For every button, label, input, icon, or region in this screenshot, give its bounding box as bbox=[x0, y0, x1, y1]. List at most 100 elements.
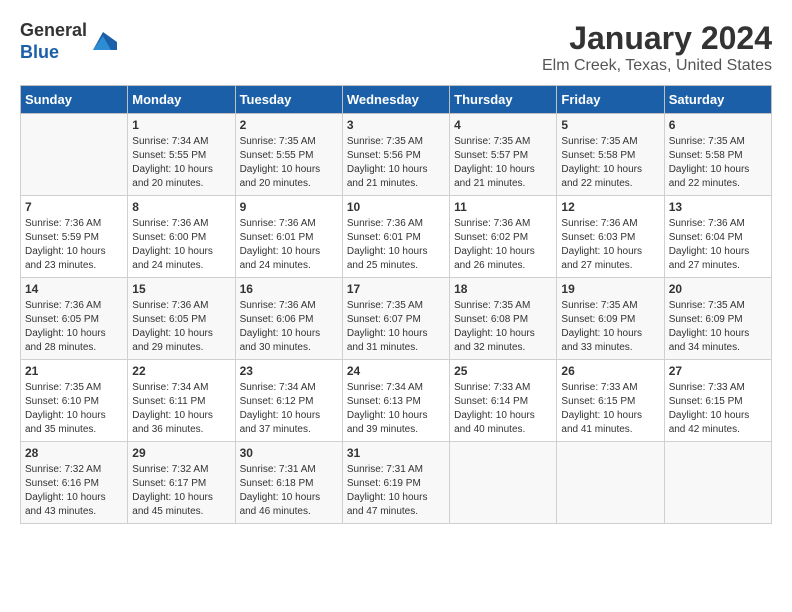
day-number: 31 bbox=[347, 446, 445, 460]
main-title: January 2024 bbox=[542, 20, 772, 57]
day-info: Sunrise: 7:36 AMSunset: 6:00 PMDaylight:… bbox=[132, 217, 230, 273]
title-block: January 2024 Elm Creek, Texas, United St… bbox=[542, 20, 772, 75]
day-number: 2 bbox=[240, 118, 338, 132]
day-info: Sunrise: 7:35 AMSunset: 5:58 PMDaylight:… bbox=[669, 135, 767, 191]
day-info: Sunrise: 7:34 AMSunset: 6:12 PMDaylight:… bbox=[240, 381, 338, 437]
subtitle: Elm Creek, Texas, United States bbox=[542, 57, 772, 75]
day-number: 21 bbox=[25, 364, 123, 378]
calendar-cell: 7 Sunrise: 7:36 AMSunset: 5:59 PMDaylight… bbox=[21, 196, 128, 278]
day-info: Sunrise: 7:35 AMSunset: 5:57 PMDaylight:… bbox=[454, 135, 552, 191]
day-number: 20 bbox=[669, 282, 767, 296]
day-number: 24 bbox=[347, 364, 445, 378]
calendar-cell: 6 Sunrise: 7:35 AMSunset: 5:58 PMDaylight… bbox=[664, 114, 771, 196]
day-info: Sunrise: 7:36 AMSunset: 6:01 PMDaylight:… bbox=[240, 217, 338, 273]
day-info: Sunrise: 7:35 AMSunset: 6:10 PMDaylight:… bbox=[25, 381, 123, 437]
calendar-cell: 30 Sunrise: 7:31 AMSunset: 6:18 PMDayligh… bbox=[235, 442, 342, 524]
day-number: 10 bbox=[347, 200, 445, 214]
week-row-2: 7 Sunrise: 7:36 AMSunset: 5:59 PMDaylight… bbox=[21, 196, 772, 278]
calendar-cell: 21 Sunrise: 7:35 AMSunset: 6:10 PMDayligh… bbox=[21, 360, 128, 442]
day-info: Sunrise: 7:35 AMSunset: 6:09 PMDaylight:… bbox=[669, 299, 767, 355]
day-info: Sunrise: 7:35 AMSunset: 5:56 PMDaylight:… bbox=[347, 135, 445, 191]
calendar-cell: 1 Sunrise: 7:34 AMSunset: 5:55 PMDaylight… bbox=[128, 114, 235, 196]
day-info: Sunrise: 7:33 AMSunset: 6:15 PMDaylight:… bbox=[561, 381, 659, 437]
day-number: 9 bbox=[240, 200, 338, 214]
calendar-cell: 18 Sunrise: 7:35 AMSunset: 6:08 PMDayligh… bbox=[450, 278, 557, 360]
header-monday: Monday bbox=[128, 86, 235, 114]
day-info: Sunrise: 7:33 AMSunset: 6:15 PMDaylight:… bbox=[669, 381, 767, 437]
day-info: Sunrise: 7:36 AMSunset: 6:01 PMDaylight:… bbox=[347, 217, 445, 273]
day-number: 1 bbox=[132, 118, 230, 132]
day-info: Sunrise: 7:36 AMSunset: 6:02 PMDaylight:… bbox=[454, 217, 552, 273]
day-number: 17 bbox=[347, 282, 445, 296]
logo-blue-text: Blue bbox=[20, 42, 59, 62]
day-number: 19 bbox=[561, 282, 659, 296]
calendar-cell bbox=[21, 114, 128, 196]
day-number: 7 bbox=[25, 200, 123, 214]
calendar-cell: 16Sunrise: 7:36 AMSunset: 6:06 PMDayligh… bbox=[235, 278, 342, 360]
day-number: 13 bbox=[669, 200, 767, 214]
calendar-cell: 9 Sunrise: 7:36 AMSunset: 6:01 PMDaylight… bbox=[235, 196, 342, 278]
calendar-cell: 4 Sunrise: 7:35 AMSunset: 5:57 PMDaylight… bbox=[450, 114, 557, 196]
calendar-cell: 12 Sunrise: 7:36 AMSunset: 6:03 PMDayligh… bbox=[557, 196, 664, 278]
day-info: Sunrise: 7:32 AMSunset: 6:16 PMDaylight:… bbox=[25, 463, 123, 519]
day-info: Sunrise: 7:31 AMSunset: 6:18 PMDaylight:… bbox=[240, 463, 338, 519]
day-info: Sunrise: 7:32 AMSunset: 6:17 PMDaylight:… bbox=[132, 463, 230, 519]
week-row-5: 28 Sunrise: 7:32 AMSunset: 6:16 PMDayligh… bbox=[21, 442, 772, 524]
day-info: Sunrise: 7:36 AMSunset: 6:05 PMDaylight:… bbox=[132, 299, 230, 355]
day-info: Sunrise: 7:36 AMSunset: 5:59 PMDaylight:… bbox=[25, 217, 123, 273]
calendar-cell: 27 Sunrise: 7:33 AMSunset: 6:15 PMDayligh… bbox=[664, 360, 771, 442]
day-info: Sunrise: 7:34 AMSunset: 5:55 PMDaylight:… bbox=[132, 135, 230, 191]
day-info: Sunrise: 7:33 AMSunset: 6:14 PMDaylight:… bbox=[454, 381, 552, 437]
calendar-table: SundayMondayTuesdayWednesdayThursdayFrid… bbox=[20, 85, 772, 524]
day-number: 27 bbox=[669, 364, 767, 378]
day-info: Sunrise: 7:35 AMSunset: 6:07 PMDaylight:… bbox=[347, 299, 445, 355]
calendar-cell: 22Sunrise: 7:34 AMSunset: 6:11 PMDayligh… bbox=[128, 360, 235, 442]
calendar-header-row: SundayMondayTuesdayWednesdayThursdayFrid… bbox=[21, 86, 772, 114]
calendar-cell bbox=[557, 442, 664, 524]
calendar-cell: 29 Sunrise: 7:32 AMSunset: 6:17 PMDayligh… bbox=[128, 442, 235, 524]
calendar-cell: 11 Sunrise: 7:36 AMSunset: 6:02 PMDayligh… bbox=[450, 196, 557, 278]
header-friday: Friday bbox=[557, 86, 664, 114]
day-info: Sunrise: 7:35 AMSunset: 5:58 PMDaylight:… bbox=[561, 135, 659, 191]
day-info: Sunrise: 7:35 AMSunset: 6:08 PMDaylight:… bbox=[454, 299, 552, 355]
logo: General Blue bbox=[20, 20, 117, 63]
day-number: 30 bbox=[240, 446, 338, 460]
day-info: Sunrise: 7:31 AMSunset: 6:19 PMDaylight:… bbox=[347, 463, 445, 519]
day-number: 25 bbox=[454, 364, 552, 378]
day-info: Sunrise: 7:36 AMSunset: 6:03 PMDaylight:… bbox=[561, 217, 659, 273]
day-number: 11 bbox=[454, 200, 552, 214]
day-number: 18 bbox=[454, 282, 552, 296]
day-info: Sunrise: 7:35 AMSunset: 5:55 PMDaylight:… bbox=[240, 135, 338, 191]
calendar-cell: 17 Sunrise: 7:35 AMSunset: 6:07 PMDayligh… bbox=[342, 278, 449, 360]
week-row-4: 21 Sunrise: 7:35 AMSunset: 6:10 PMDayligh… bbox=[21, 360, 772, 442]
logo-general-text: General bbox=[20, 20, 87, 40]
calendar-cell bbox=[450, 442, 557, 524]
calendar-cell: 28 Sunrise: 7:32 AMSunset: 6:16 PMDayligh… bbox=[21, 442, 128, 524]
week-row-3: 14 Sunrise: 7:36 AMSunset: 6:05 PMDayligh… bbox=[21, 278, 772, 360]
day-number: 6 bbox=[669, 118, 767, 132]
day-number: 26 bbox=[561, 364, 659, 378]
calendar-cell: 25 Sunrise: 7:33 AMSunset: 6:14 PMDayligh… bbox=[450, 360, 557, 442]
day-info: Sunrise: 7:36 AMSunset: 6:04 PMDaylight:… bbox=[669, 217, 767, 273]
day-number: 22 bbox=[132, 364, 230, 378]
day-number: 29 bbox=[132, 446, 230, 460]
header-thursday: Thursday bbox=[450, 86, 557, 114]
calendar-cell: 26 Sunrise: 7:33 AMSunset: 6:15 PMDayligh… bbox=[557, 360, 664, 442]
day-info: Sunrise: 7:36 AMSunset: 6:05 PMDaylight:… bbox=[25, 299, 123, 355]
calendar-cell: 31 Sunrise: 7:31 AMSunset: 6:19 PMDayligh… bbox=[342, 442, 449, 524]
logo-icon bbox=[89, 28, 117, 56]
day-number: 3 bbox=[347, 118, 445, 132]
day-info: Sunrise: 7:35 AMSunset: 6:09 PMDaylight:… bbox=[561, 299, 659, 355]
day-number: 4 bbox=[454, 118, 552, 132]
calendar-cell: 23Sunrise: 7:34 AMSunset: 6:12 PMDayligh… bbox=[235, 360, 342, 442]
day-info: Sunrise: 7:36 AMSunset: 6:06 PMDaylight:… bbox=[240, 299, 338, 355]
day-number: 28 bbox=[25, 446, 123, 460]
calendar-cell: 14 Sunrise: 7:36 AMSunset: 6:05 PMDayligh… bbox=[21, 278, 128, 360]
day-number: 12 bbox=[561, 200, 659, 214]
day-number: 14 bbox=[25, 282, 123, 296]
calendar-cell bbox=[664, 442, 771, 524]
header-wednesday: Wednesday bbox=[342, 86, 449, 114]
header-tuesday: Tuesday bbox=[235, 86, 342, 114]
calendar-cell: 19 Sunrise: 7:35 AMSunset: 6:09 PMDayligh… bbox=[557, 278, 664, 360]
header-saturday: Saturday bbox=[664, 86, 771, 114]
